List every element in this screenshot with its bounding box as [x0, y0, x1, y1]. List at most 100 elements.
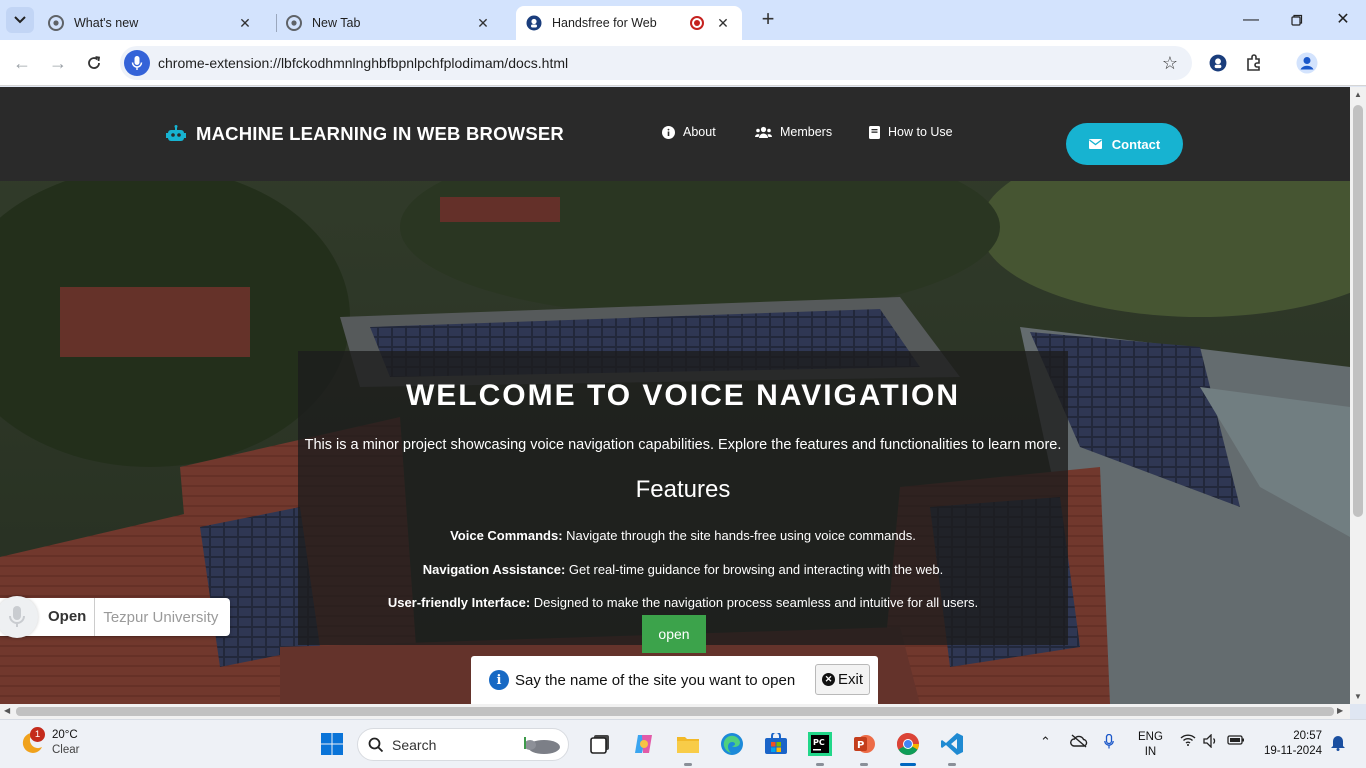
taskbar-search[interactable]: Search	[357, 728, 569, 761]
weather-widget[interactable]: 20°C Clear	[18, 728, 79, 758]
nav-link-members[interactable]: Members	[755, 125, 832, 139]
clock-time: 20:57	[1293, 730, 1322, 742]
feature-text: Designed to make the navigation process …	[530, 595, 979, 610]
restore-icon[interactable]	[1274, 8, 1320, 32]
running-indicator	[900, 763, 916, 766]
voice-prompt-popup: i Say the name of the site you want to o…	[471, 656, 878, 704]
scroll-down-arrow-icon[interactable]: ▼	[1350, 692, 1366, 701]
recording-icon	[690, 16, 704, 30]
notification-bell-icon[interactable]	[1330, 733, 1346, 754]
bookmark-star-icon[interactable]: ☆	[1162, 53, 1178, 74]
contact-button[interactable]: Contact	[1066, 123, 1183, 165]
new-tab-button[interactable]: +	[756, 8, 780, 32]
pycharm-icon[interactable]: PC	[806, 730, 834, 766]
voice-prompt-message: Say the name of the site you want to ope…	[515, 671, 796, 689]
page-viewport: MACHINE LEARNING IN WEB BROWSER About Me…	[0, 87, 1350, 704]
feature-item: Navigation Assistance: Get real-time gui…	[298, 562, 1068, 577]
microphone-button[interactable]	[0, 596, 38, 638]
nav-link-how-to-use[interactable]: How to Use	[869, 125, 953, 139]
handsfree-icon	[526, 15, 542, 31]
vertical-scrollbar[interactable]: ▲ ▼	[1350, 87, 1366, 704]
extensions-puzzle-icon[interactable]	[1243, 52, 1265, 74]
nav-link-label: Members	[780, 125, 833, 139]
scroll-left-arrow-icon[interactable]: ◀	[4, 706, 10, 715]
onedrive-off-icon[interactable]	[1070, 734, 1088, 751]
microsoft-store-icon[interactable]	[762, 730, 790, 758]
handsfree-extension-icon[interactable]	[1207, 52, 1229, 74]
menu-kebab-icon[interactable]	[1308, 52, 1330, 74]
brand-title: MACHINE LEARNING IN WEB BROWSER	[196, 123, 564, 144]
language-indicator[interactable]: ENG IN	[1138, 730, 1163, 760]
nav-link-about[interactable]: About	[662, 125, 716, 139]
close-window-icon[interactable]: ✕	[1320, 8, 1366, 32]
svg-text:PC: PC	[813, 738, 825, 747]
system-clock[interactable]: 20:57 19-11-2024	[1258, 729, 1322, 759]
chevron-down-icon	[14, 16, 26, 24]
tab-search-button[interactable]	[6, 7, 34, 33]
svg-text:P: P	[857, 740, 864, 751]
powerpoint-icon[interactable]: P	[850, 730, 878, 766]
tab-new-tab[interactable]: New Tab ✕	[276, 6, 502, 40]
running-indicator	[948, 763, 956, 766]
tab-handsfree[interactable]: Handsfree for Web ✕	[516, 6, 742, 40]
language-region: IN	[1144, 746, 1157, 758]
scroll-up-arrow-icon[interactable]: ▲	[1350, 90, 1366, 99]
microphone-icon[interactable]	[124, 50, 150, 76]
scrollbar-thumb[interactable]	[16, 707, 1334, 716]
chrome-taskbar-icon[interactable]	[894, 730, 922, 766]
chevron-up-icon[interactable]: ⌃	[1040, 734, 1051, 750]
close-tab-icon[interactable]: ✕	[474, 15, 492, 32]
info-icon	[662, 125, 675, 139]
copilot-icon[interactable]	[630, 730, 658, 758]
running-indicator	[816, 763, 824, 766]
volume-icon[interactable]	[1203, 733, 1219, 751]
vscode-icon[interactable]	[938, 730, 966, 766]
exit-button[interactable]: ✕ Exit	[815, 664, 870, 695]
close-circle-icon: ✕	[821, 673, 835, 686]
scroll-right-arrow-icon[interactable]: ▶	[1337, 706, 1343, 715]
notification-badge: 1	[30, 727, 45, 742]
tab-strip: What's new ✕ New Tab ✕ Handsfree for Web…	[0, 0, 1366, 40]
open-button[interactable]: open	[642, 615, 706, 653]
running-indicator	[684, 763, 692, 766]
task-view-icon[interactable]	[586, 730, 614, 758]
weather-temperature: 20°C	[52, 729, 78, 741]
tab-whats-new[interactable]: What's new ✕	[38, 6, 264, 40]
exit-label: Exit	[837, 671, 863, 688]
feature-item: Voice Commands: Navigate through the sit…	[298, 528, 1068, 543]
file-explorer-icon[interactable]	[674, 730, 702, 766]
minimize-icon[interactable]: —	[1228, 8, 1274, 32]
edge-icon[interactable]	[718, 730, 746, 758]
feature-name: Voice Commands:	[450, 528, 563, 543]
nav-link-label: About	[683, 125, 716, 139]
chrome-icon	[48, 15, 64, 31]
wifi-icon[interactable]	[1180, 734, 1196, 749]
address-bar[interactable]: chrome-extension://lbfckodhmnlnghbfbpnlp…	[120, 46, 1192, 80]
reload-icon[interactable]	[82, 51, 106, 75]
microphone-icon	[9, 606, 25, 627]
microphone-tray-icon[interactable]	[1104, 733, 1114, 753]
scrollbar-thumb[interactable]	[1353, 105, 1363, 517]
clock-date: 19-11-2024	[1264, 745, 1322, 757]
voice-command-widget: Open Tezpur University	[0, 596, 230, 638]
feature-text: Navigate through the site hands-free usi…	[562, 528, 916, 543]
nav-link-label: How to Use	[888, 125, 953, 139]
forward-icon[interactable]: →	[46, 51, 70, 75]
voice-command-label: Open	[38, 598, 96, 636]
close-tab-icon[interactable]: ✕	[714, 15, 732, 32]
feature-item: User-friendly Interface: Designed to mak…	[298, 595, 1068, 610]
browser-toolbar: ← → chrome-extension://lbfckodhmnlnghbfb…	[0, 40, 1366, 86]
search-label: Search	[392, 736, 437, 753]
search-highlight-icon	[524, 736, 560, 754]
feature-name: User-friendly Interface:	[387, 595, 531, 610]
robot-icon	[166, 125, 186, 141]
voice-query-text: Tezpur University	[103, 608, 219, 626]
language-code: ENG	[1138, 731, 1163, 743]
battery-icon[interactable]	[1227, 734, 1245, 749]
windows-start-icon[interactable]	[318, 730, 346, 758]
horizontal-scrollbar[interactable]: ◀ ▶	[0, 704, 1350, 719]
site-brand[interactable]: MACHINE LEARNING IN WEB BROWSER	[166, 123, 564, 145]
close-tab-icon[interactable]: ✕	[236, 15, 254, 32]
search-icon	[368, 737, 384, 752]
back-icon[interactable]: ←	[10, 51, 34, 75]
